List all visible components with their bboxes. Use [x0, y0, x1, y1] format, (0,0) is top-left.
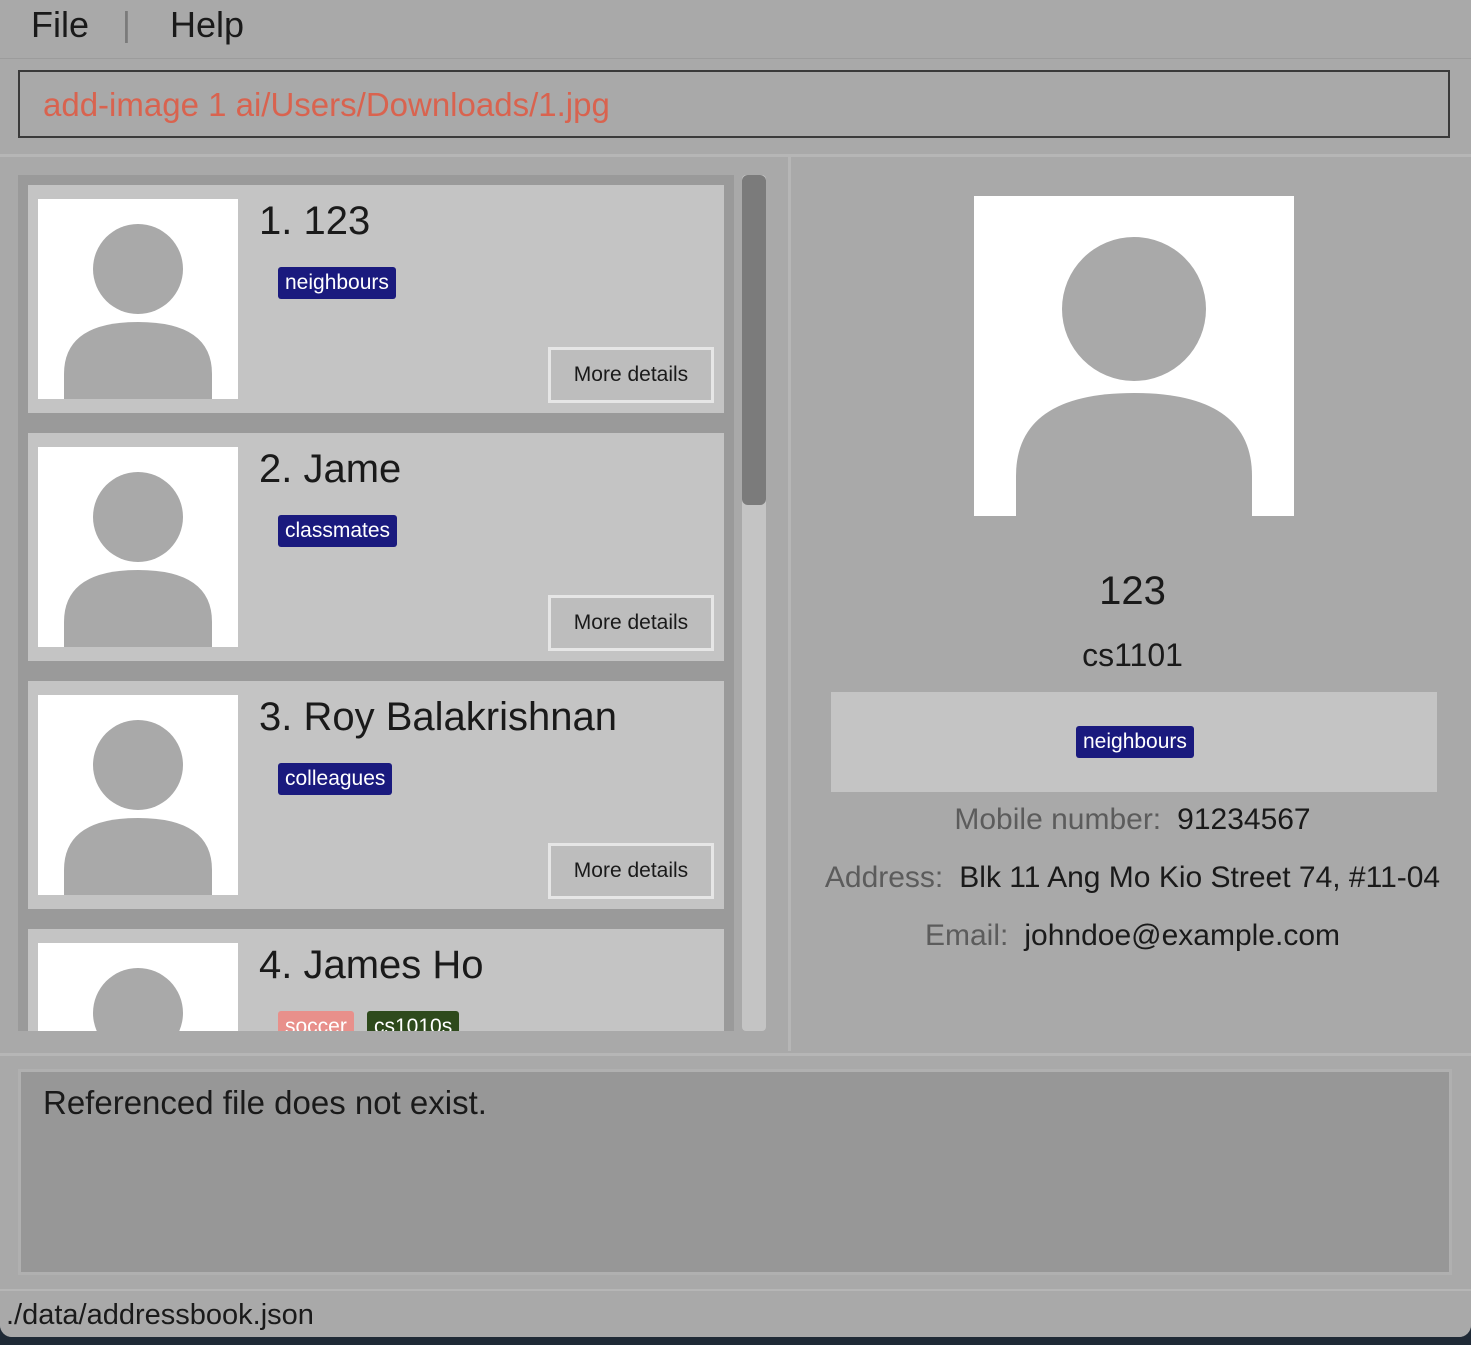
more-details-button[interactable]: More details [548, 347, 714, 403]
person-list[interactable]: 1. 123 neighbours More details 2. Jame c… [18, 175, 734, 1031]
email-value: johndoe@example.com [1024, 919, 1340, 952]
address-label: Address: [824, 861, 944, 894]
mobile-value: 91234567 [1177, 803, 1311, 836]
command-box-area: add-image 1 ai/Users/Downloads/1.jpg [0, 59, 1471, 157]
avatar [38, 695, 238, 895]
person-placeholder-icon [93, 968, 183, 1031]
email-label: Email: [925, 919, 1009, 952]
details-subtitle: cs1101 [1082, 637, 1183, 673]
result-message: Referenced file does not exist. [43, 1084, 487, 1121]
person-placeholder-icon [64, 224, 212, 399]
menu-bar: File | Help [0, 0, 1471, 59]
person-name: 1. 123 [259, 199, 371, 243]
person-name: 4. James Ho [259, 943, 484, 987]
more-details-button[interactable]: More details [548, 595, 714, 651]
result-display-area: Referenced file does not exist. [0, 1053, 1471, 1290]
status-file-path: ./data/addressbook.json [6, 1299, 314, 1331]
mobile-label: Mobile number: [954, 803, 1162, 836]
person-card[interactable]: 4. James Ho soccer cs1010s [28, 929, 724, 1031]
menu-separator: | [122, 6, 131, 44]
command-input-text: add-image 1 ai/Users/Downloads/1.jpg [43, 86, 610, 123]
details-name: 123 [1099, 569, 1166, 613]
command-input[interactable]: add-image 1 ai/Users/Downloads/1.jpg [18, 70, 1450, 138]
person-details-panel: 123 cs1101 neighbours Mobile number: 9123… [788, 157, 1471, 1051]
tag: neighbours [278, 267, 396, 299]
tag: classmates [278, 515, 398, 547]
email-row: Email: johndoe@example.com [791, 919, 1471, 953]
scrollbar-thumb[interactable] [742, 175, 766, 505]
status-bar: ./data/addressbook.json [0, 1289, 1471, 1337]
avatar [38, 199, 238, 399]
mobile-row: Mobile number: 91234567 [791, 803, 1471, 837]
person-placeholder-icon [1016, 237, 1252, 516]
menu-help[interactable]: Help [170, 4, 244, 46]
avatar-large [974, 196, 1294, 516]
details-tags: neighbours [831, 692, 1437, 792]
tag: cs1010s [367, 1011, 460, 1031]
avatar [38, 943, 238, 1031]
more-details-button[interactable]: More details [548, 843, 714, 899]
avatar [38, 447, 238, 647]
person-placeholder-icon [64, 472, 212, 647]
address-row: Address: Blk 11 Ang Mo Kio Street 74, #11… [791, 861, 1471, 895]
person-name: 3. Roy Balakrishnan [259, 695, 617, 739]
person-card[interactable]: 3. Roy Balakrishnan colleagues More deta… [28, 681, 724, 909]
tag: neighbours [1076, 726, 1194, 758]
app-window: File | Help add-image 1 ai/Users/Downloa… [0, 0, 1471, 1337]
result-display[interactable]: Referenced file does not exist. [18, 1069, 1452, 1275]
address-value: Blk 11 Ang Mo Kio Street 74, #11-04 [959, 861, 1441, 894]
person-card[interactable]: 2. Jame classmates More details [28, 433, 724, 661]
tag: soccer [278, 1011, 354, 1031]
person-name: 2. Jame [259, 447, 402, 491]
menu-file[interactable]: File [31, 4, 89, 46]
tag: colleagues [278, 763, 393, 795]
person-placeholder-icon [64, 720, 212, 895]
person-list-panel: 1. 123 neighbours More details 2. Jame c… [0, 157, 786, 1051]
person-card[interactable]: 1. 123 neighbours More details [28, 185, 724, 413]
